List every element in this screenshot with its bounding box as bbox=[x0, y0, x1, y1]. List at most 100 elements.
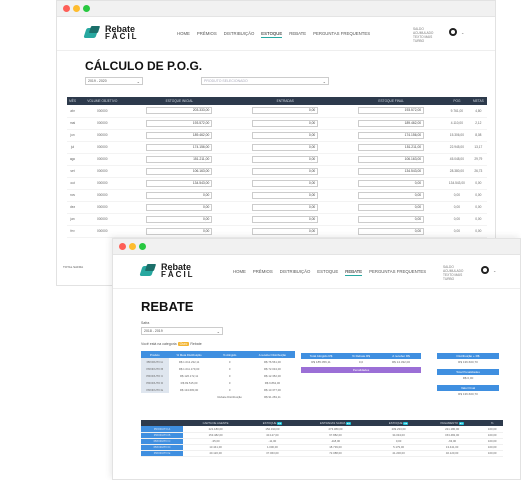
minimize-window-icon[interactable] bbox=[129, 243, 136, 250]
filter-pill[interactable]: ●● bbox=[403, 422, 409, 425]
ent-cell: 0,00 bbox=[232, 141, 339, 154]
menu-home[interactable]: HOME bbox=[233, 269, 246, 276]
fin-input[interactable]: 0,00 bbox=[358, 227, 425, 235]
table-row: nov 000000 0,00 0,00 0,00 0,00 0,00 bbox=[67, 189, 487, 202]
column-header: METAS bbox=[469, 97, 487, 105]
menu-rebate[interactable]: REBATE bbox=[289, 31, 306, 38]
product-select[interactable]: PRODUTO SELECIONADO ⌄ bbox=[201, 77, 329, 85]
menu-premios[interactable]: PRÊMIOS bbox=[253, 269, 273, 276]
maximize-window-icon[interactable] bbox=[83, 5, 90, 12]
cell: R$ 9.862,00 bbox=[264, 380, 281, 385]
filter-pill[interactable]: ●● bbox=[458, 422, 464, 425]
fin-input[interactable]: 0,00 bbox=[358, 191, 425, 199]
ent-input[interactable]: 0,00 bbox=[252, 215, 319, 223]
ini-input[interactable]: 134.543,00 bbox=[146, 179, 213, 187]
minimize-window-icon[interactable] bbox=[73, 5, 80, 12]
chevron-down-icon[interactable]: ⌄ bbox=[461, 30, 464, 35]
ini-input[interactable]: 0,00 bbox=[146, 215, 213, 223]
ini-input[interactable]: 174.156,00 bbox=[146, 143, 213, 151]
cell: 41.200,00 bbox=[374, 450, 423, 457]
volume-cell: 000000 bbox=[78, 105, 127, 118]
cell: R$ 99.515,00 bbox=[180, 380, 198, 385]
ini-cell: 151.211,00 bbox=[126, 153, 233, 166]
menu-distribuicao[interactable]: DISTRIBUIÇÃO bbox=[224, 31, 255, 38]
menu-home[interactable]: HOME bbox=[177, 31, 190, 38]
volume-cell: 000000 bbox=[78, 117, 127, 130]
ini-input[interactable]: 203.333,00 bbox=[146, 107, 213, 115]
safra-select[interactable]: 2018 - 2019 ⌄ bbox=[141, 327, 223, 335]
month-cell: mai bbox=[67, 117, 79, 130]
logo[interactable]: Rebate FÁCIL bbox=[85, 25, 139, 41]
month-cell: jan bbox=[67, 213, 79, 226]
month-cell: out bbox=[67, 177, 79, 190]
ent-input[interactable]: 0,00 bbox=[252, 203, 319, 211]
close-window-icon[interactable] bbox=[63, 5, 70, 12]
logo[interactable]: Rebate FÁCIL bbox=[141, 263, 195, 279]
right-cards: Distribuição + R$ R$ 136.600,70 Total Pe… bbox=[437, 353, 499, 397]
total-value: R$ 91.281,11 bbox=[264, 394, 281, 399]
menu-perguntas[interactable]: PERGUNTAS FREQUENTES bbox=[313, 31, 370, 38]
menu-rebate[interactable]: REBATE bbox=[345, 269, 363, 276]
fin-cell: 134.543,00 bbox=[338, 165, 445, 178]
ent-input[interactable]: 0,00 bbox=[252, 179, 319, 187]
ent-input[interactable]: 0,00 bbox=[252, 119, 319, 127]
category-badge: Ouro bbox=[177, 342, 190, 346]
ent-input[interactable]: 0,00 bbox=[252, 167, 319, 175]
summary-card: Total Atingido R$ % Rebate R$ A receber … bbox=[301, 353, 421, 373]
fin-input[interactable]: 189.462,00 bbox=[358, 119, 425, 127]
ini-input[interactable]: 106.163,00 bbox=[146, 167, 213, 175]
table-row: out 000000 134.543,00 0,00 0,00 134.543,00 0,0… bbox=[67, 177, 487, 190]
avatar[interactable] bbox=[449, 28, 457, 36]
pog-cell: 0,00 bbox=[444, 213, 470, 226]
fin-input[interactable]: 0,00 bbox=[358, 203, 425, 211]
table-row: jun 000000 189.462,00 0,00 174.156,00 15.306,… bbox=[67, 129, 487, 142]
fin-input[interactable]: 0,00 bbox=[358, 215, 425, 223]
fin-input[interactable]: 174.156,00 bbox=[358, 131, 425, 139]
menu-estoque[interactable]: ESTOQUE bbox=[261, 31, 283, 38]
close-window-icon[interactable] bbox=[119, 243, 126, 250]
ent-input[interactable]: 0,00 bbox=[252, 143, 319, 151]
cell: 0 bbox=[228, 387, 231, 392]
ent-input[interactable]: 0,00 bbox=[252, 227, 319, 235]
ent-cell: 0,00 bbox=[232, 117, 339, 130]
chevron-down-icon[interactable]: ⌄ bbox=[493, 268, 496, 273]
table-row: ago 000000 151.211,00 0,00 106.163,00 45.048,… bbox=[67, 153, 487, 166]
menu-distribuicao[interactable]: DISTRIBUIÇÃO bbox=[280, 269, 311, 276]
menu-estoque[interactable]: ESTOQUE bbox=[317, 269, 338, 276]
cell: PRODUTO E bbox=[141, 450, 184, 457]
meta-cell: 4,80 bbox=[469, 105, 487, 118]
menu-perguntas[interactable]: PERGUNTAS FREQUENTES bbox=[369, 269, 426, 276]
ent-input[interactable]: 0,00 bbox=[252, 155, 319, 163]
ent-cell: 0,00 bbox=[232, 165, 339, 178]
filter-pill[interactable]: ●● bbox=[346, 422, 351, 425]
ent-input[interactable]: 0,00 bbox=[252, 131, 319, 139]
filter-pill[interactable]: ●● bbox=[277, 422, 283, 425]
meta-cell: 0,00 bbox=[469, 177, 487, 190]
ini-input[interactable]: 193.572,00 bbox=[146, 119, 213, 127]
fin-input[interactable]: 151.211,00 bbox=[358, 143, 425, 151]
avatar[interactable] bbox=[481, 266, 489, 274]
fin-input[interactable]: 193.572,00 bbox=[358, 107, 425, 115]
fin-cell: 0,00 bbox=[338, 201, 445, 214]
ini-input[interactable]: 0,00 bbox=[146, 203, 213, 211]
ini-input[interactable]: 151.211,00 bbox=[146, 155, 213, 163]
ent-input[interactable]: 0,00 bbox=[252, 107, 319, 115]
ini-input[interactable]: 0,00 bbox=[146, 191, 213, 199]
fin-input[interactable]: 106.163,00 bbox=[358, 155, 425, 163]
fin-input[interactable]: 134.543,00 bbox=[358, 167, 425, 175]
column-header: ESTOQUE FINAL bbox=[338, 97, 445, 105]
menu-premios[interactable]: PRÊMIOS bbox=[197, 31, 217, 38]
fin-input[interactable]: 0,00 bbox=[358, 179, 425, 187]
meta-cell: 0,00 bbox=[469, 225, 487, 238]
column-header: % Atingido bbox=[209, 351, 250, 358]
ent-cell: 0,00 bbox=[232, 153, 339, 166]
ini-input[interactable]: 189.462,00 bbox=[146, 131, 213, 139]
fin-cell: 0,00 bbox=[338, 177, 445, 190]
ent-input[interactable]: 0,00 bbox=[252, 191, 319, 199]
cell: R$ 1.011.179,00 bbox=[178, 366, 200, 371]
maximize-window-icon[interactable] bbox=[139, 243, 146, 250]
column-header: POG bbox=[444, 97, 470, 105]
ini-input[interactable]: 0,00 bbox=[146, 227, 213, 235]
table-row: jan 000000 0,00 0,00 0,00 0,00 0,00 bbox=[67, 213, 487, 226]
period-select[interactable]: 2019 - 2020 ⌄ bbox=[85, 77, 143, 85]
